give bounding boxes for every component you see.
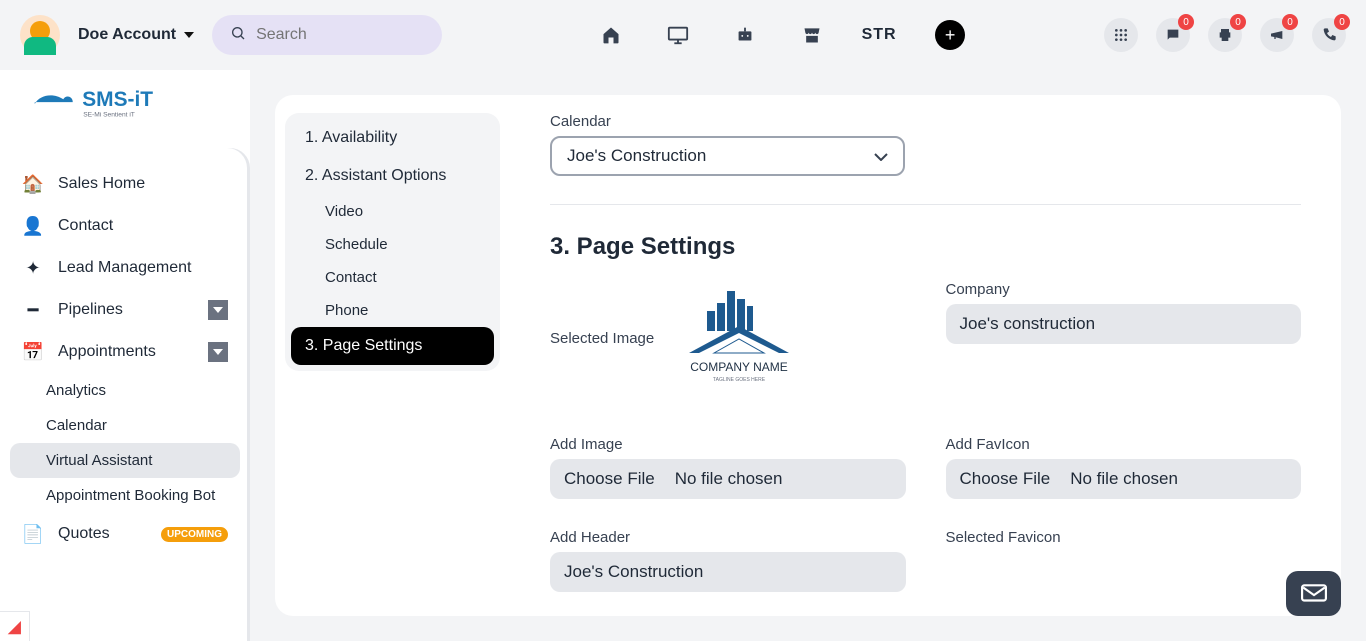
account-name: Doe Account (78, 26, 176, 44)
nav-sales-home[interactable]: 🏠 Sales Home (0, 163, 250, 205)
upcoming-pill: UPCOMING (161, 527, 228, 542)
corner-mark: ◢ (0, 611, 30, 641)
right-icons: 0 0 0 0 (1104, 18, 1346, 52)
svg-text:COMPANY NAME: COMPANY NAME (690, 360, 788, 374)
selected-favicon-label: Selected Favicon (946, 529, 1302, 546)
nav-appointment-booking-bot[interactable]: Appointment Booking Bot (10, 478, 240, 513)
home-icon: 🏠 (22, 173, 44, 195)
main-area: 1. Availability 2. Assistant Options Vid… (250, 70, 1366, 641)
svg-text:TAGLINE GOES HERE: TAGLINE GOES HERE (713, 377, 766, 383)
calendar-label: Calendar (550, 113, 1301, 130)
add-header-label: Add Header (550, 529, 906, 546)
nav-appointments[interactable]: 📅 Appointments (0, 331, 250, 373)
add-header-input[interactable]: Joe's Construction (550, 552, 906, 592)
nav-label: Pipelines (58, 301, 123, 319)
chevron-down-icon (208, 342, 228, 362)
section-title: 3. Page Settings (550, 233, 1301, 261)
step-schedule[interactable]: Schedule (291, 228, 494, 261)
add-favicon-input[interactable]: Choose File No file chosen (946, 459, 1302, 499)
chevron-down-icon (208, 300, 228, 320)
nav-label: Contact (58, 217, 113, 235)
person-icon: 👤 (22, 215, 44, 237)
add-image-input[interactable]: Choose File No file chosen (550, 459, 906, 499)
print-badge: 0 (1230, 14, 1246, 30)
add-image-label: Add Image (550, 436, 906, 453)
chevron-down-icon (874, 146, 888, 166)
calendar-select[interactable]: Joe's Construction (550, 136, 905, 176)
phone-badge: 0 (1334, 14, 1350, 30)
add-button[interactable]: + (935, 20, 965, 50)
add-header-value: Joe's Construction (564, 562, 703, 582)
settings-card: 1. Availability 2. Assistant Options Vid… (275, 95, 1341, 616)
step-nav: 1. Availability 2. Assistant Options Vid… (275, 113, 510, 598)
step-assistant-options[interactable]: 2. Assistant Options (291, 157, 494, 195)
phone-button[interactable]: 0 (1312, 18, 1346, 52)
step-video[interactable]: Video (291, 195, 494, 228)
nav-analytics[interactable]: Analytics (10, 373, 240, 408)
nav-pipelines[interactable]: ━ Pipelines (0, 289, 250, 331)
nav-label: Sales Home (58, 175, 145, 193)
company-label: Company (946, 281, 1302, 298)
nav-calendar[interactable]: Calendar (10, 408, 240, 443)
no-file-text: No file chosen (1070, 469, 1178, 489)
choose-file-button[interactable]: Choose File (960, 469, 1051, 489)
network-icon: ✦ (22, 257, 44, 279)
search-icon (230, 25, 246, 46)
chat-button[interactable]: 0 (1156, 18, 1190, 52)
chevron-down-icon (184, 32, 194, 38)
topbar: Doe Account STR + 0 0 0 (0, 0, 1366, 70)
divider (550, 204, 1301, 205)
nav-virtual-assistant[interactable]: Virtual Assistant (10, 443, 240, 478)
nav-label: Lead Management (58, 259, 191, 277)
step-contact[interactable]: Contact (291, 261, 494, 294)
apps-button[interactable] (1104, 18, 1138, 52)
nav-contact[interactable]: 👤 Contact (0, 205, 250, 247)
avatar[interactable] (20, 15, 60, 55)
nav-label: Appointments (58, 343, 156, 361)
sidebar: SMS-iT SE-Mi Sentient iT 🏠 Sales Home 👤 … (0, 70, 250, 641)
search-box[interactable] (212, 15, 442, 55)
announce-badge: 0 (1282, 14, 1298, 30)
calendar-value: Joe's Construction (567, 146, 706, 166)
nav-lead-management[interactable]: ✦ Lead Management (0, 247, 250, 289)
document-icon: 📄 (22, 523, 44, 545)
monitor-icon[interactable] (667, 24, 689, 46)
choose-file-button[interactable]: Choose File (564, 469, 655, 489)
nav-list: 🏠 Sales Home 👤 Contact ✦ Lead Management… (0, 148, 250, 641)
step-availability[interactable]: 1. Availability (291, 119, 494, 157)
step-phone[interactable]: Phone (291, 294, 494, 327)
home-icon[interactable] (600, 24, 622, 46)
svg-text:SE-Mi Sentient iT: SE-Mi Sentient iT (83, 111, 135, 118)
svg-text:SMS-iT: SMS-iT (82, 88, 153, 111)
nav-label: Quotes (58, 525, 110, 543)
top-nav-icons: STR + (600, 20, 965, 50)
brand-logo[interactable]: SMS-iT SE-Mi Sentient iT (0, 70, 250, 143)
account-dropdown[interactable]: Doe Account (78, 26, 194, 44)
store-icon[interactable] (801, 24, 823, 46)
selected-image-preview: COMPANY NAME TAGLINE GOES HERE (669, 281, 809, 396)
calendar-icon: 📅 (22, 341, 44, 363)
step-page-settings[interactable]: 3. Page Settings (291, 327, 494, 365)
print-button[interactable]: 0 (1208, 18, 1242, 52)
str-link[interactable]: STR (868, 24, 890, 46)
pipeline-icon: ━ (22, 299, 44, 321)
robot-icon[interactable] (734, 24, 756, 46)
company-input[interactable]: Joe's construction (946, 304, 1302, 344)
selected-image-label: Selected Image (550, 330, 654, 347)
company-value: Joe's construction (960, 314, 1096, 334)
add-favicon-label: Add FavIcon (946, 436, 1302, 453)
nav-quotes[interactable]: 📄 Quotes UPCOMING (0, 513, 250, 555)
no-file-text: No file chosen (675, 469, 783, 489)
search-input[interactable] (256, 26, 424, 44)
chat-badge: 0 (1178, 14, 1194, 30)
announce-button[interactable]: 0 (1260, 18, 1294, 52)
content-area: Calendar Joe's Construction 3. Page Sett… (510, 113, 1341, 598)
help-button[interactable] (1286, 571, 1341, 616)
